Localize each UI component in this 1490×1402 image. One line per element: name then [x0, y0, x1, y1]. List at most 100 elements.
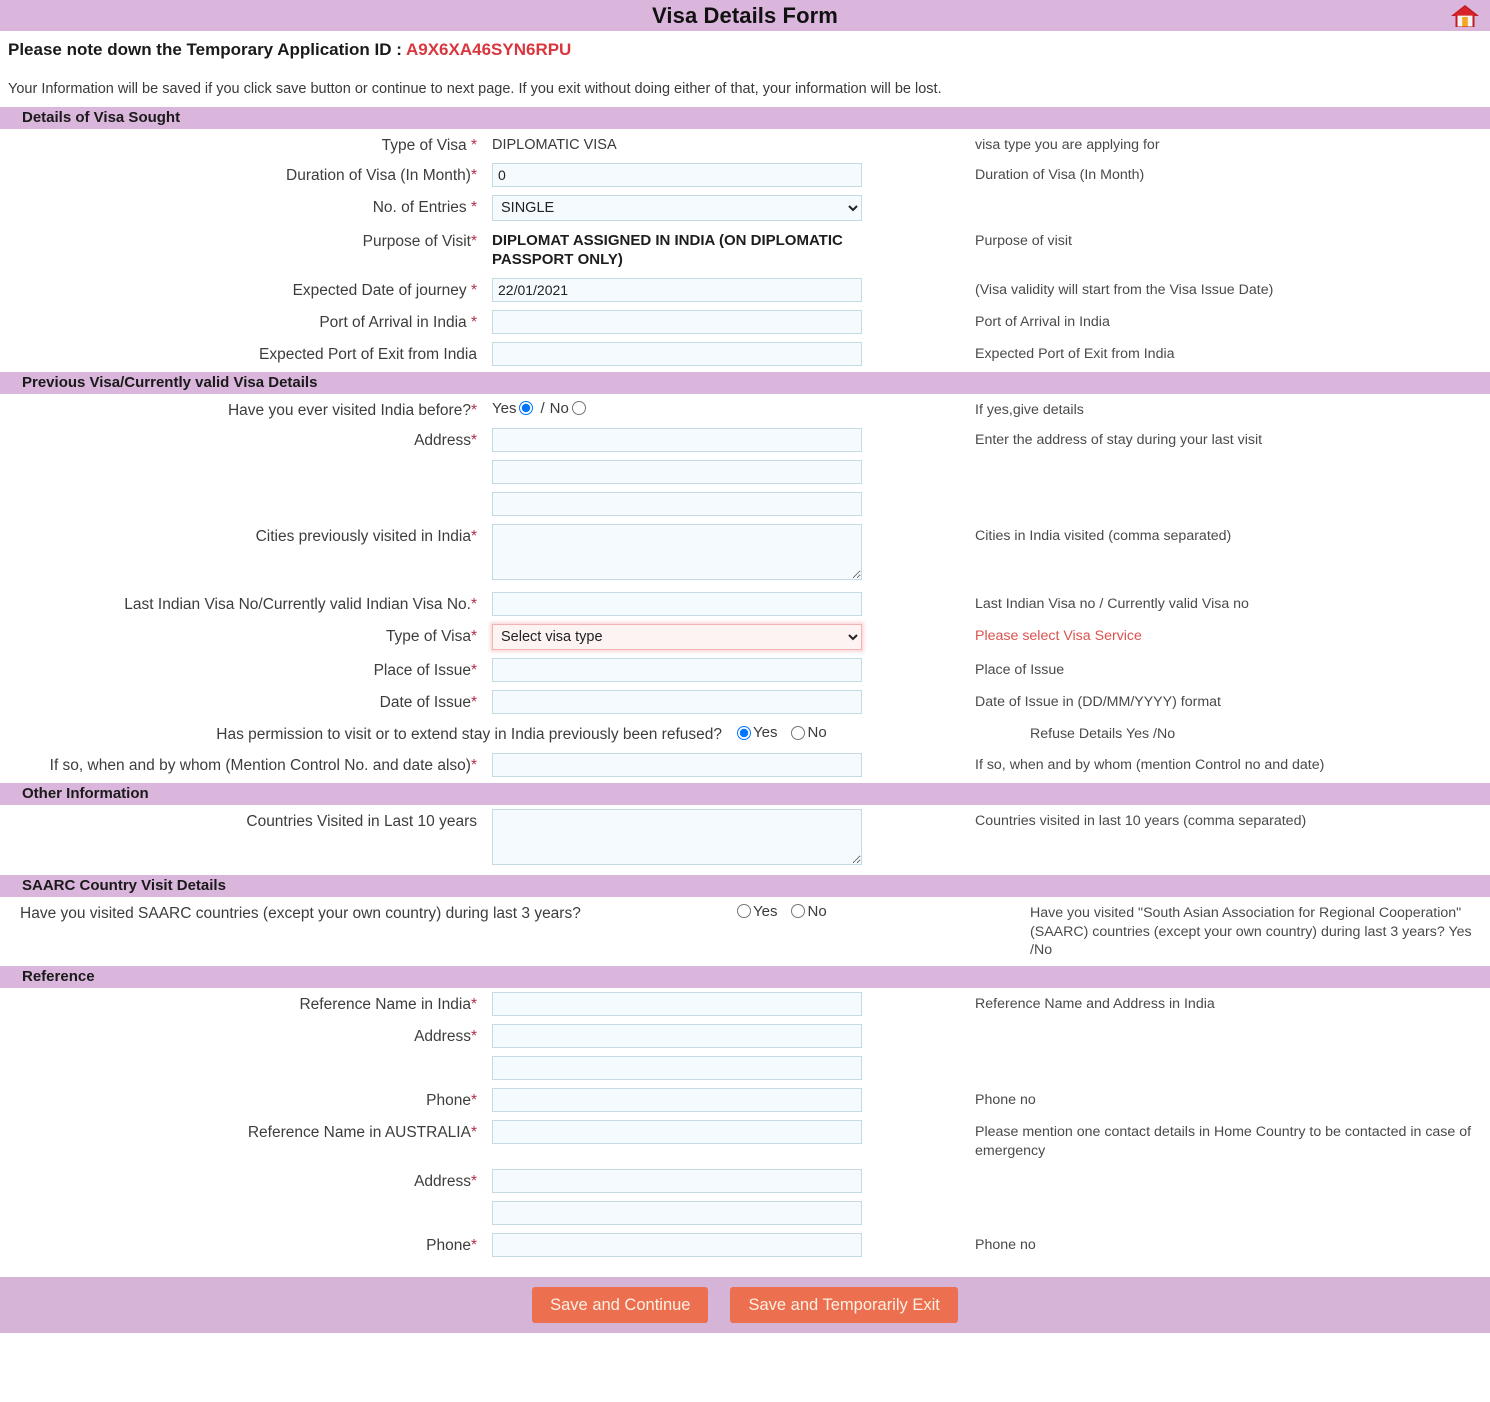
place-of-issue-input[interactable] [492, 658, 862, 683]
saarc-yes-radio[interactable] [737, 904, 751, 919]
label-port-arrival: Port of Arrival in India * [0, 310, 485, 332]
section-header-visa-sought: Details of Visa Sought [0, 107, 1490, 129]
error-message-visa-service: Please select Visa Service [975, 628, 1142, 645]
label-visited-saarc: Have you visited SAARC countries (except… [20, 904, 581, 922]
hint-type-of-visa: visa type you are applying for [975, 137, 1160, 153]
save-and-temporarily-exit-button[interactable]: Save and Temporarily Exit [730, 1286, 958, 1324]
hint-address-line3 [975, 492, 1490, 495]
field-place-of-issue [485, 658, 975, 683]
field-visited-before: Yes / No [485, 398, 975, 417]
ref-address-india-line1-input[interactable] [492, 1024, 862, 1049]
hint-refused: Refuse Details Yes /No [1030, 726, 1176, 743]
row-countries-visited: Countries Visited in Last 10 years Count… [0, 808, 1490, 869]
label-cities-text: Cities previously visited in India [255, 528, 471, 546]
row-ref-address-india-2 [0, 1056, 1490, 1081]
saarc-yes-label: Yes [753, 902, 778, 920]
label-journey-date: Expected Date of journey * [0, 278, 485, 300]
required-marker: * [470, 281, 477, 299]
ref-address-home-line1-input[interactable] [492, 1169, 862, 1193]
hint-cities: Cities in India visited (comma separated… [975, 528, 1232, 545]
refused-no-wrap[interactable]: No [791, 724, 827, 741]
ref-name-home-input[interactable] [492, 1120, 862, 1145]
visa-details-page: Visa Details Form Please note down the T… [0, 0, 1490, 1333]
row-type-of-visa: Type of Visa * DIPLOMATIC VISA visa type… [0, 133, 1490, 155]
row-refused: Has permission to visit or to extend sta… [0, 722, 1490, 744]
prev-visa-type-select[interactable]: Select visa type [492, 624, 862, 651]
saarc-yes-wrap[interactable]: Yes [737, 903, 777, 920]
last-visa-no-input[interactable] [492, 592, 862, 617]
duration-input[interactable] [492, 163, 862, 188]
refused-details-input[interactable] [492, 752, 862, 777]
label-place-of-issue-text: Place of Issue [373, 662, 471, 680]
label-refused-details-text: If so, when and by whom (Mention Control… [49, 756, 471, 774]
port-exit-input[interactable] [492, 341, 862, 366]
ref-phone-home-input[interactable] [492, 1233, 862, 1257]
page-title: Visa Details Form [652, 2, 838, 28]
port-arrival-input[interactable] [492, 309, 862, 334]
required-marker: * [470, 401, 477, 419]
saarc-no-wrap[interactable]: No [791, 903, 827, 920]
required-marker: * [470, 756, 477, 774]
address-line1-input[interactable] [492, 428, 862, 453]
temporary-application-id: A9X6XA46SYN6RPU [405, 40, 572, 59]
journey-date-input[interactable] [492, 277, 862, 302]
label-last-visa-no: Last Indian Visa No/Currently valid Indi… [0, 592, 485, 614]
required-marker: * [470, 313, 477, 331]
required-marker: * [470, 233, 477, 251]
required-marker: * [470, 432, 477, 450]
label-ref-phone-home-text: Phone [426, 1237, 471, 1254]
row-cities: Cities previously visited in India* Citi… [0, 524, 1490, 584]
section-body-previous-visa: Have you ever visited India before?* Yes… [0, 394, 1490, 783]
hint-refused-details: If so, when and by whom (mention Control… [975, 756, 1325, 773]
visited-before-separator: / [540, 399, 545, 417]
label-entries: No. of Entries * [0, 195, 485, 217]
field-ref-phone-india [485, 1088, 975, 1113]
field-purpose: DIPLOMAT ASSIGNED IN INDIA (ON DIPLOMATI… [485, 229, 975, 270]
visited-before-radio-group: Yes / No [492, 398, 975, 417]
ref-address-home-line2-input[interactable] [492, 1201, 862, 1225]
countries-visited-textarea[interactable] [492, 808, 862, 865]
field-entries: SINGLE [485, 195, 975, 222]
row-date-of-issue: Date of Issue* Date of Issue in (DD/MM/Y… [0, 690, 1490, 715]
saarc-no-radio[interactable] [791, 904, 806, 919]
label-date-of-issue-text: Date of Issue [379, 694, 471, 712]
refused-no-radio[interactable] [791, 725, 806, 740]
ref-address-india-line2-input[interactable] [492, 1056, 862, 1081]
entries-select[interactable]: SINGLE [492, 195, 862, 222]
row-prev-visa-type: Type of Visa* Select visa type Please se… [0, 624, 1490, 651]
row-ref-name-india: Reference Name in India* Reference Name … [0, 992, 1490, 1017]
refused-yes-wrap[interactable]: Yes [737, 724, 777, 741]
save-and-continue-button[interactable]: Save and Continue [532, 1286, 709, 1324]
label-date-of-issue: Date of Issue* [0, 690, 485, 712]
date-of-issue-input[interactable] [492, 690, 862, 715]
visited-before-yes-radio[interactable] [519, 401, 534, 416]
row-address-line1: Address* Enter the address of stay durin… [0, 428, 1490, 453]
label-entries-text: No. of Entries [372, 199, 471, 217]
ref-name-india-input[interactable] [492, 992, 862, 1017]
cities-textarea[interactable] [492, 524, 862, 581]
visited-before-no-radio[interactable] [571, 401, 586, 416]
section-body-saarc: Have you visited SAARC countries (except… [0, 897, 1490, 967]
field-type-of-visa: DIPLOMATIC VISA [485, 133, 975, 154]
address-line3-input[interactable] [492, 492, 862, 517]
temporary-application-notice: Please note down the Temporary Applicati… [0, 31, 1490, 60]
label-address-line3-empty [0, 492, 485, 495]
required-marker: * [470, 199, 477, 217]
refused-yes-radio[interactable] [737, 725, 751, 740]
label-ref-address-home: Address* [0, 1169, 485, 1191]
required-marker: * [470, 1028, 477, 1046]
row-port-arrival: Port of Arrival in India * Port of Arriv… [0, 309, 1490, 334]
label-refused-details: If so, when and by whom (Mention Control… [0, 753, 485, 775]
section-header-reference: Reference [0, 966, 1490, 989]
home-icon[interactable] [1445, 1, 1485, 31]
ref-phone-india-input[interactable] [492, 1088, 862, 1113]
label-purpose: Purpose of Visit* [0, 229, 485, 251]
address-line2-input[interactable] [492, 460, 862, 485]
row-visited-saarc: Have you visited SAARC countries (except… [0, 901, 1490, 961]
row-journey-date: Expected Date of journey * (Visa validit… [0, 277, 1490, 302]
label-ref-name-india: Reference Name in India* [0, 992, 485, 1014]
row-ref-address-home-1: Address* [0, 1169, 1490, 1193]
hint-duration: Duration of Visa (In Month) [975, 167, 1145, 184]
row-last-visa-no: Last Indian Visa No/Currently valid Indi… [0, 592, 1490, 617]
required-marker: * [470, 1237, 477, 1254]
